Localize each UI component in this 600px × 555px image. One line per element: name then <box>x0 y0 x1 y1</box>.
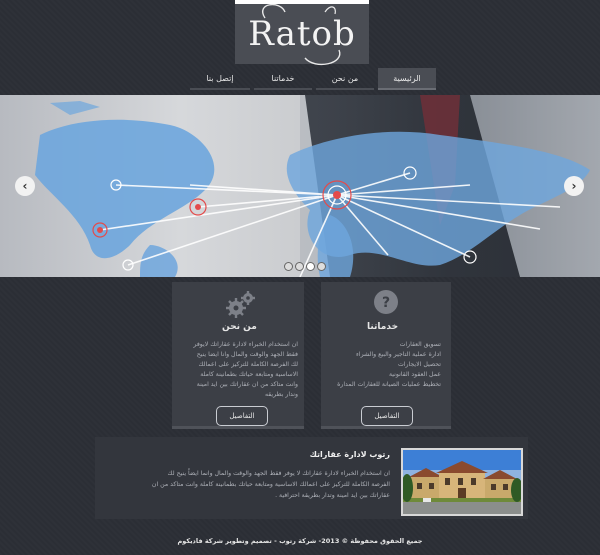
about-panel: من نحن ان استخدام الخبراء لادارة عقاراتك… <box>172 282 304 429</box>
nav-item-contact[interactable]: إتصل بنا <box>190 68 250 90</box>
nav-item-services[interactable]: خدماتنا <box>254 68 312 90</box>
service-item: تخطيط عمليات الصيانة للعقارات المدارة <box>337 381 441 388</box>
about-line: وانت متاكد من ان عقاراتك بين ايد امينة <box>196 381 298 388</box>
slider-dot[interactable] <box>284 262 293 271</box>
footer-copyright: جميع الحقوق محفوظة © 2013- شركة رتوب - ت… <box>177 537 423 545</box>
about-strip-line: عقاراتك بين ايد امينة وتدار بطريقة احترا… <box>275 492 390 499</box>
about-strip-text: ان استخدام الخبراء لادارة عقاراتك لا يوف… <box>120 468 390 501</box>
slider-dot[interactable] <box>295 262 304 271</box>
main-nav: الرئيسية من نحن خدماتنا إتصل بنا <box>190 68 436 90</box>
service-item: تحصيل الايجارات <box>398 361 441 368</box>
about-details-button[interactable]: التفاصيل <box>216 406 268 426</box>
service-item: عمل العقود القانونية <box>388 371 441 378</box>
slider-dot[interactable] <box>317 262 326 271</box>
about-line: ان استخدام الخبراء لادارة عقاراتك لايوفر <box>193 341 298 348</box>
svg-text:?: ? <box>382 295 390 311</box>
about-panel-text: ان استخدام الخبراء لادارة عقاراتك لايوفر… <box>178 340 298 400</box>
building-photo <box>401 448 523 516</box>
about-line: الاساسية ومتابعة حياتك بطمانينة كاملة <box>200 371 298 378</box>
services-panel-list: تسويق العقارات ادارة عملية التاجير والبي… <box>325 340 441 390</box>
site-logo[interactable]: Ratob <box>235 0 369 66</box>
logo-text: Ratob <box>248 14 356 54</box>
gears-icon <box>226 291 255 318</box>
question-icon: ? <box>374 290 398 314</box>
nav-item-about[interactable]: من نحن <box>316 68 374 90</box>
service-item: ادارة عملية التاجير والبيع والشراء <box>355 351 441 358</box>
about-strip-line: ان استخدام الخبراء لادارة عقاراتك لا يوف… <box>167 470 390 477</box>
slider-pagination <box>284 262 326 271</box>
services-panel: ? خدماتنا تسويق العقارات ادارة عملية الت… <box>321 282 451 429</box>
nav-item-home[interactable]: الرئيسية <box>378 68 436 90</box>
service-item: تسويق العقارات <box>399 341 441 348</box>
services-panel-title: خدماتنا <box>367 322 399 332</box>
services-details-button[interactable]: التفاصيل <box>361 406 413 426</box>
about-line: وندار بطريقه <box>264 391 298 398</box>
about-line: لك الفرصة الكاملة للتركيز على اعمالك <box>198 361 298 368</box>
about-strip-title: رتوب لادارة عقاراتك <box>309 450 390 459</box>
about-panel-title: من نحن <box>222 322 257 332</box>
about-strip-line: الفرصة الكاملة للتركيز على اعمالك الاساس… <box>151 481 390 488</box>
hero-slider[interactable] <box>0 95 600 277</box>
slider-next-arrow-icon[interactable]: › <box>564 176 584 196</box>
world-map-image <box>35 95 600 277</box>
slider-prev-arrow-icon[interactable]: ‹ <box>15 176 35 196</box>
slider-dot-active[interactable] <box>306 262 315 271</box>
about-line: فقط الجهد والوقت والمال وانا ايضا ينيح <box>196 351 298 358</box>
